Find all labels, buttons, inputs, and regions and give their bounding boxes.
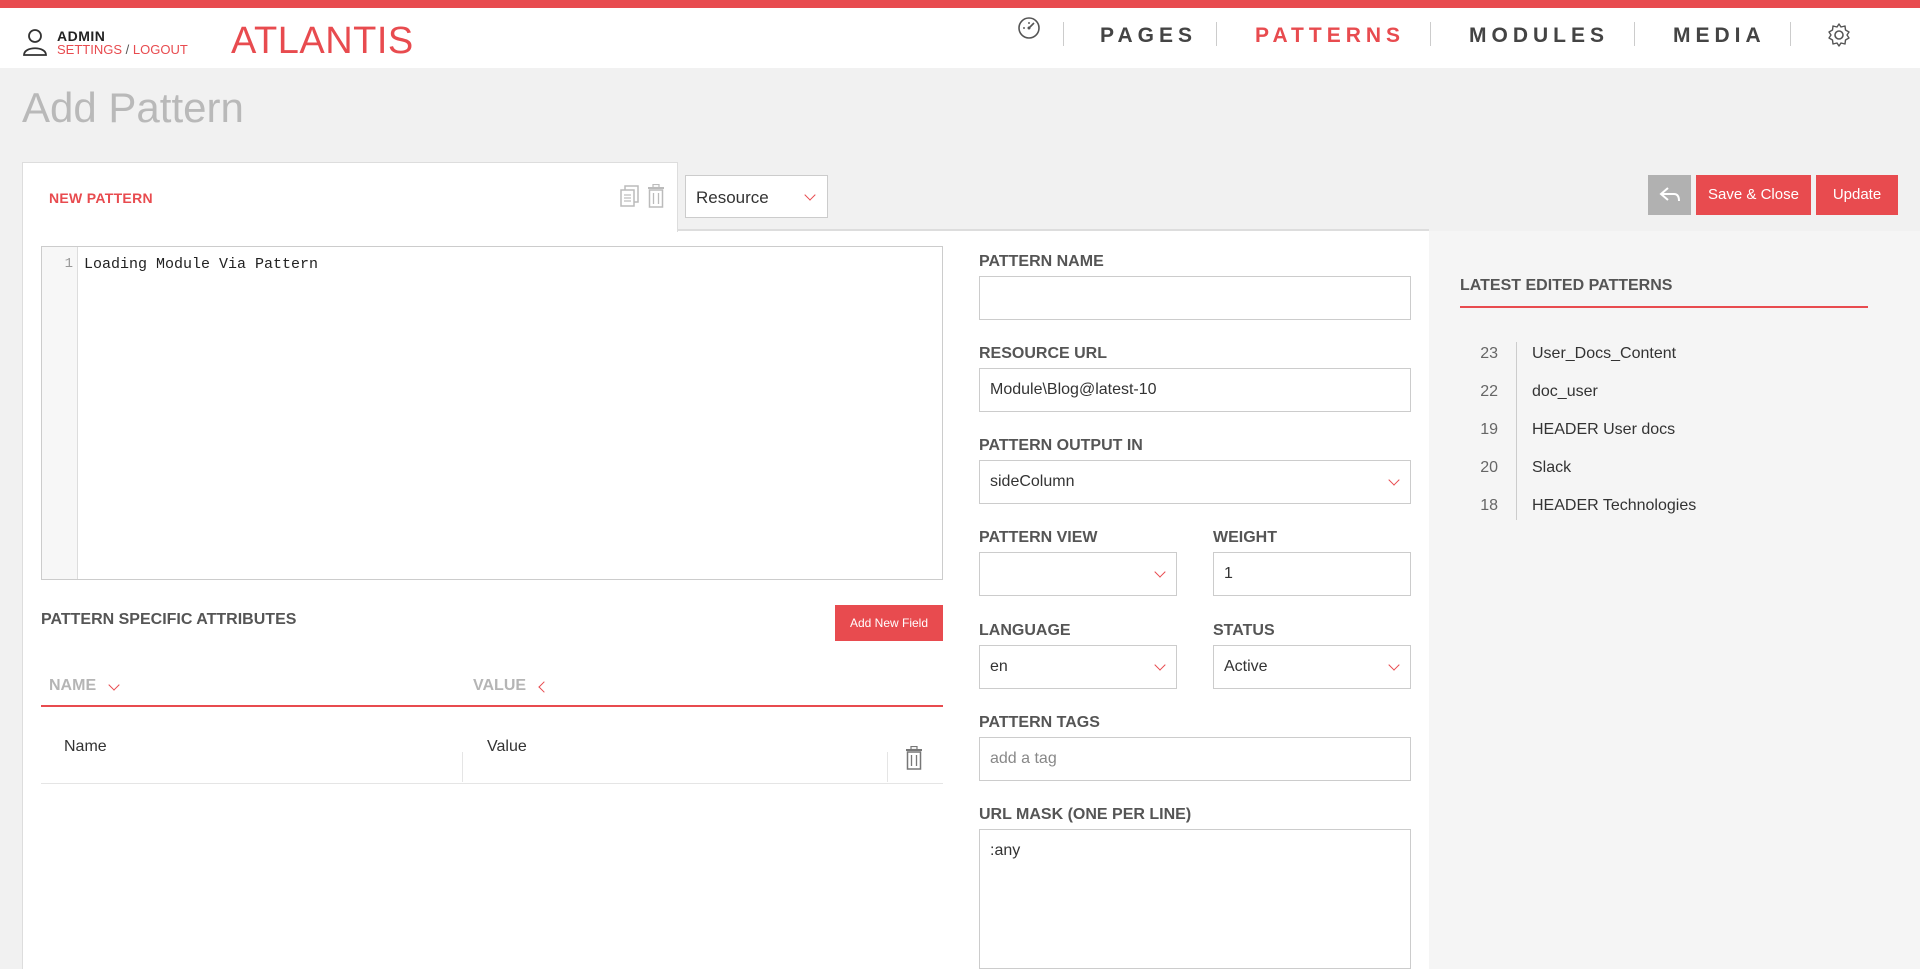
update-button[interactable]: Update xyxy=(1816,175,1898,215)
column-header-label: NAME xyxy=(49,677,97,694)
pattern-output-select[interactable]: sideColumn xyxy=(979,460,1411,504)
user-icon xyxy=(23,29,47,56)
pattern-id: 22 xyxy=(1480,383,1498,400)
latest-patterns-underline xyxy=(1460,306,1868,308)
url-mask-label: URL MASK (ONE PER LINE) xyxy=(979,806,1192,823)
trash-icon[interactable] xyxy=(647,184,665,208)
url-mask-value: :any xyxy=(990,842,1021,859)
resource-select-value: Resource xyxy=(696,188,769,207)
attribute-value-cell[interactable]: Value xyxy=(487,738,527,756)
latest-pattern-link[interactable]: HEADER User docs xyxy=(1532,421,1675,439)
column-header-name[interactable]: NAME xyxy=(49,677,96,695)
column-separator xyxy=(887,752,888,782)
pattern-view-label: PATTERN VIEW xyxy=(979,529,1098,546)
pattern-id: 19 xyxy=(1480,421,1498,438)
pattern-output-value: sideColumn xyxy=(990,473,1075,490)
page-title: Add Pattern xyxy=(22,84,244,131)
weight-input[interactable]: 1 xyxy=(1213,552,1411,596)
pattern-output-label: PATTERN OUTPUT IN xyxy=(979,437,1143,454)
table-header-line xyxy=(41,705,943,707)
editor-gutter: 1 xyxy=(42,247,78,579)
add-new-field-button[interactable]: Add New Field xyxy=(835,605,943,641)
resource-select[interactable]: Resource xyxy=(685,175,828,218)
settings-link[interactable]: SETTINGS xyxy=(57,42,122,57)
reply-icon xyxy=(1659,187,1680,202)
line-number: 1 xyxy=(64,256,73,272)
nav-item-patterns[interactable]: PATTERNS xyxy=(1255,24,1405,48)
pattern-id: 20 xyxy=(1480,459,1498,476)
resource-url-label: RESOURCE URL xyxy=(979,345,1108,362)
dashboard-icon[interactable] xyxy=(1016,15,1042,41)
save-close-button[interactable]: Save & Close xyxy=(1696,175,1811,215)
nav-item-modules[interactable]: MODULES xyxy=(1469,24,1609,48)
nav-item-pages[interactable]: PAGES xyxy=(1100,24,1197,48)
language-select[interactable]: en xyxy=(979,645,1177,689)
latest-pattern-link[interactable]: User_Docs_Content xyxy=(1532,345,1676,363)
weight-label: WEIGHT xyxy=(1213,529,1277,546)
tags-placeholder: add a tag xyxy=(990,750,1057,767)
tab-new-pattern[interactable]: NEW PATTERN xyxy=(22,162,678,232)
latest-pattern-link[interactable]: Slack xyxy=(1532,459,1571,477)
language-value: en xyxy=(990,658,1008,675)
language-label: LANGUAGE xyxy=(979,622,1071,639)
pattern-tags-label: PATTERN TAGS xyxy=(979,714,1100,731)
nav-separator xyxy=(1790,22,1791,46)
content-divider xyxy=(678,229,1429,231)
tab-label: NEW PATTERN xyxy=(49,190,153,206)
latest-patterns-divider xyxy=(1516,342,1517,520)
pattern-name-input[interactable] xyxy=(979,276,1411,320)
status-value: Active xyxy=(1224,658,1268,675)
link-separator: / xyxy=(125,42,130,57)
status-select[interactable]: Active xyxy=(1213,645,1411,689)
url-mask-textarea[interactable]: :any xyxy=(979,829,1411,969)
code-editor[interactable]: 1 Loading Module Via Pattern xyxy=(41,246,943,580)
pattern-name-label: PATTERN NAME xyxy=(979,253,1104,270)
latest-pattern-link[interactable]: HEADER Technologies xyxy=(1532,497,1696,515)
nav-separator xyxy=(1063,22,1064,46)
copy-icon[interactable] xyxy=(620,185,640,207)
top-accent-bar xyxy=(0,0,1920,8)
pattern-tags-input[interactable]: add a tag xyxy=(979,737,1411,781)
attributes-title: PATTERN SPECIFIC ATTRIBUTES xyxy=(41,611,297,628)
pattern-id: 18 xyxy=(1480,497,1498,514)
column-separator xyxy=(462,752,463,782)
brand-logo[interactable]: ATLANTIS xyxy=(231,20,414,63)
latest-patterns-title: LATEST EDITED PATTERNS xyxy=(1460,277,1673,294)
user-links: SETTINGS / LOGOUT xyxy=(57,42,188,57)
nav-separator xyxy=(1634,22,1635,46)
nav-separator xyxy=(1430,22,1431,46)
pattern-id: 23 xyxy=(1480,345,1498,362)
attribute-name-cell[interactable]: Name xyxy=(64,738,107,756)
nav-separator xyxy=(1216,22,1217,46)
header: ADMIN SETTINGS / LOGOUT ATLANTIS xyxy=(0,8,1920,68)
gear-icon[interactable] xyxy=(1826,22,1852,48)
code-line[interactable]: Loading Module Via Pattern xyxy=(84,256,318,273)
resource-url-input[interactable]: Module\Blog@latest-10 xyxy=(979,368,1411,412)
column-header-value[interactable]: VALUE xyxy=(473,677,526,695)
back-button[interactable] xyxy=(1648,175,1691,215)
trash-icon[interactable] xyxy=(905,746,923,770)
chevron-down-icon xyxy=(804,189,816,201)
latest-patterns-sidebar xyxy=(1429,231,1920,969)
latest-pattern-link[interactable]: doc_user xyxy=(1532,383,1598,401)
status-label: STATUS xyxy=(1213,622,1275,639)
pattern-view-select[interactable] xyxy=(979,552,1177,596)
logout-link[interactable]: LOGOUT xyxy=(133,42,188,57)
column-header-label: VALUE xyxy=(473,677,527,694)
nav-item-media[interactable]: MEDIA xyxy=(1673,24,1766,48)
table-row-line xyxy=(41,783,943,784)
